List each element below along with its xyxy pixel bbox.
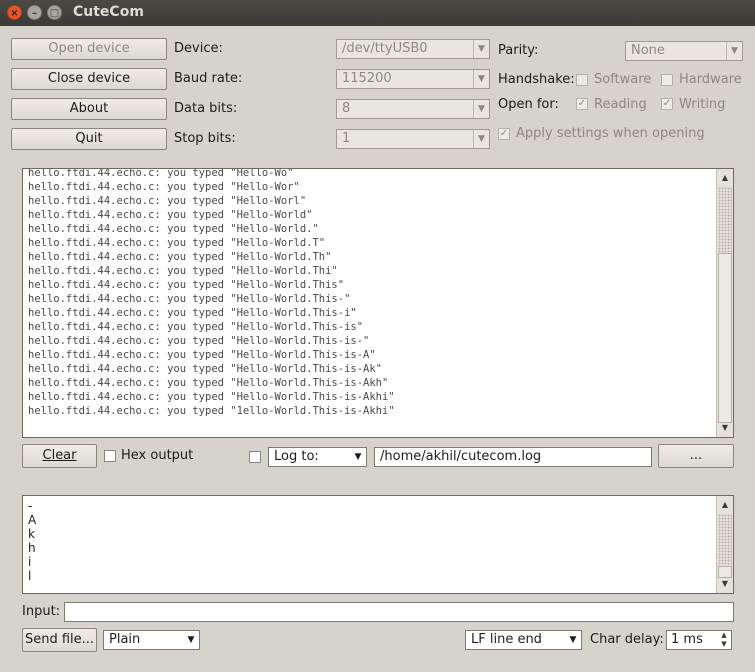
software-label: Software [594,72,652,87]
log-path-input[interactable]: /home/akhil/cutecom.log [374,447,652,467]
input-label: Input: [22,604,61,619]
scroll-track[interactable] [718,187,732,253]
software-checkbox[interactable] [576,74,588,86]
device-label: Device: [174,41,223,56]
baud-rate-value: 115200 [342,71,392,86]
send-mode-select[interactable]: Plain ▼ [103,630,200,650]
handshake-label: Handshake: [498,72,575,87]
spin-down-icon[interactable]: ▼ [717,640,731,649]
stop-bits-select[interactable]: 1 ▼ [336,129,490,149]
line-end-value: LF line end [471,632,542,647]
log-to-value: Log to: [274,449,319,464]
maximize-icon: □ [49,8,60,19]
close-window-button[interactable]: × [7,5,22,20]
chevron-down-icon: ▼ [473,70,489,88]
quit-button[interactable]: Quit [11,128,167,150]
output-textarea[interactable]: hello.ftdi.44.echo.c: you typed "Hello-W… [22,168,734,438]
chevron-down-icon: ▼ [473,100,489,118]
line-end-select[interactable]: LF line end ▼ [465,630,582,650]
device-value: /dev/ttyUSB0 [342,41,428,56]
open-device-button[interactable]: Open device [11,38,167,60]
parity-select[interactable]: None ▼ [625,41,743,61]
log-to-checkbox[interactable] [249,451,261,463]
hex-output-checkbox[interactable] [104,450,116,462]
apply-settings-checkbox[interactable]: ✓ [498,128,510,140]
data-bits-select[interactable]: 8 ▼ [336,99,490,119]
log-to-select[interactable]: Log to: ▼ [268,447,367,467]
scroll-up-icon[interactable]: ▲ [717,498,733,512]
char-delay-label: Char delay: [590,632,664,647]
scroll-track[interactable] [718,514,732,566]
scroll-down-icon[interactable]: ▼ [717,421,733,435]
checkmark-icon: ✓ [577,98,587,109]
open-for-label: Open for: [498,97,559,112]
window-title: CuteCom [73,4,144,20]
about-button[interactable]: About [11,98,167,120]
input-history-text: - A k h i l [28,499,37,583]
send-file-button[interactable]: Send file... [22,628,97,652]
send-mode-value: Plain [109,632,141,647]
stop-bits-value: 1 [342,131,351,146]
char-delay-value: 1 ms [671,632,703,647]
parity-label: Parity: [498,43,539,58]
device-select[interactable]: /dev/ttyUSB0 ▼ [336,39,490,59]
writing-label: Writing [679,97,726,112]
char-delay-spinbox[interactable]: 1 ms ▲ ▼ [666,630,732,650]
hardware-checkbox[interactable] [661,74,673,86]
input-field[interactable] [64,602,734,622]
chevron-down-icon: ▼ [569,635,577,645]
close-device-button[interactable]: Close device [11,68,167,90]
baud-rate-label: Baud rate: [174,71,243,86]
parity-value: None [631,43,665,58]
maximize-window-button[interactable]: □ [47,5,62,20]
input-history-textarea[interactable]: - A k h i l ▲ ▼ [22,495,734,594]
scroll-down-icon[interactable]: ▼ [717,577,733,591]
browse-log-button[interactable]: ... [658,444,734,468]
reading-label: Reading [594,97,647,112]
apply-settings-label: Apply settings when opening [516,126,705,141]
reading-checkbox[interactable]: ✓ [576,98,588,110]
output-text: hello.ftdi.44.echo.c: you typed "Hello-W… [28,168,395,417]
chevron-down-icon: ▼ [473,40,489,58]
output-scrollbar[interactable]: ▲ ▼ [716,169,733,437]
stop-bits-label: Stop bits: [174,131,236,146]
title-bar: × – □ CuteCom [0,0,755,26]
writing-checkbox[interactable]: ✓ [661,98,673,110]
spin-up-icon[interactable]: ▲ [717,631,731,640]
chevron-down-icon: ▼ [473,130,489,148]
chevron-down-icon: ▼ [187,635,195,645]
minimize-icon: – [32,8,37,19]
chevron-down-icon: ▼ [726,42,742,60]
input-history-scrollbar[interactable]: ▲ ▼ [716,496,733,593]
baud-rate-select[interactable]: 115200 ▼ [336,69,490,89]
clear-button[interactable]: Clear [22,444,97,468]
data-bits-value: 8 [342,101,351,116]
close-icon: × [10,8,19,19]
scroll-up-icon[interactable]: ▲ [717,171,733,185]
data-bits-label: Data bits: [174,101,238,116]
scroll-thumb[interactable] [718,253,732,423]
minimize-window-button[interactable]: – [27,5,42,20]
hex-output-label: Hex output [121,448,194,463]
chevron-down-icon: ▼ [354,452,362,462]
checkmark-icon: ✓ [499,128,509,139]
hardware-label: Hardware [679,72,742,87]
checkmark-icon: ✓ [662,98,672,109]
